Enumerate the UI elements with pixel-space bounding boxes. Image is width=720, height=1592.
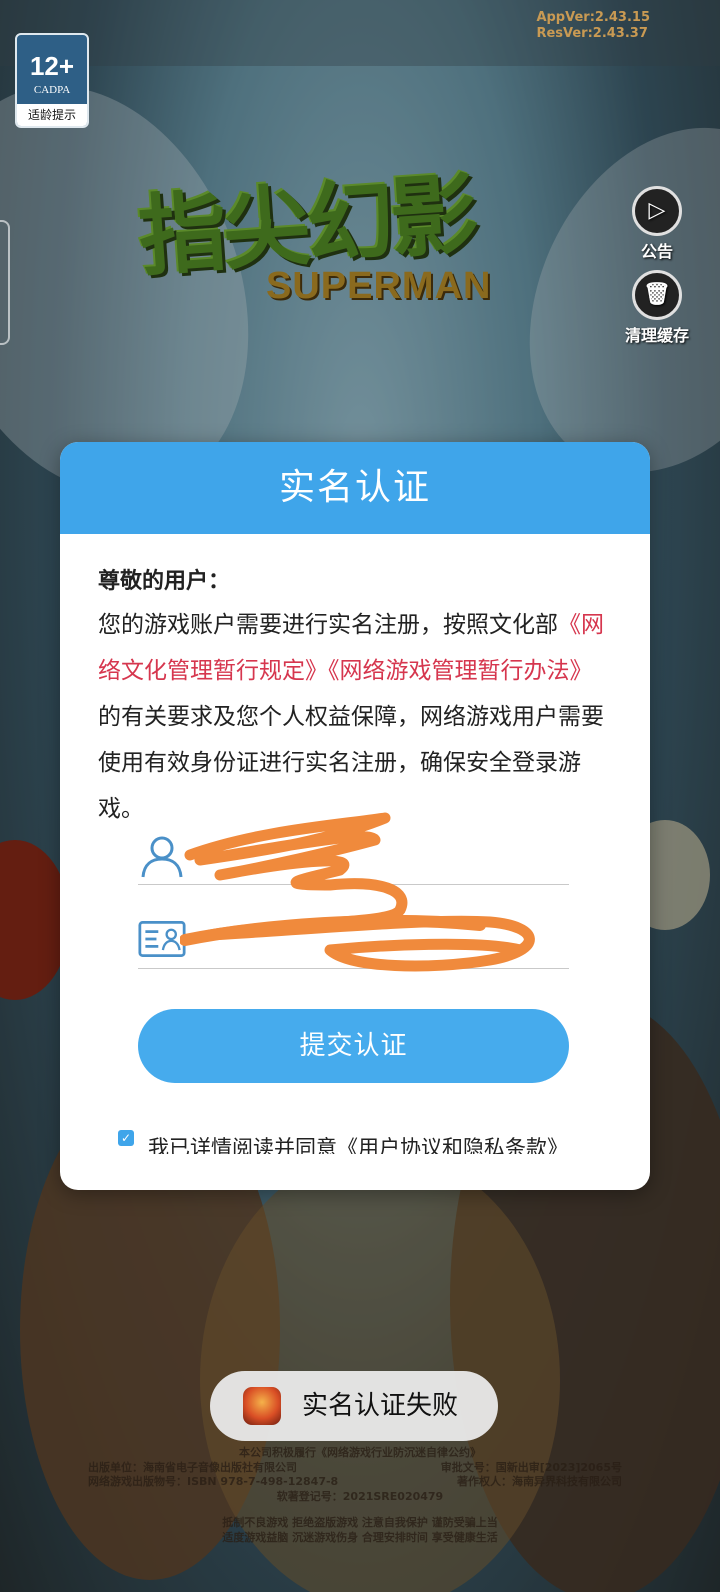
greeting: 尊敬的用户： (98, 569, 231, 594)
user-icon (141, 836, 183, 878)
name-input[interactable] (198, 835, 558, 875)
age-tip-label: 适龄提示 (17, 104, 87, 126)
app-icon (243, 1387, 281, 1425)
clear-cache-button[interactable]: 🗑 清理缓存 (612, 270, 702, 346)
rating-org: CADPA (33, 84, 71, 96)
footer-copyright: 著作权人：海南异界科技有限公司 (457, 1475, 622, 1488)
footer-approval: 审批文号：国新出审[2023]2065号 (440, 1460, 622, 1474)
game-logo: 指尖幻影 SUPERMAN (135, 155, 588, 315)
toast: 实名认证失败 (210, 1371, 498, 1441)
version-info: AppVer:2.43.15 ResVer:2.43.37 (536, 10, 650, 42)
age-rating-badge[interactable]: 12+ CADPA 适龄提示 (15, 33, 89, 128)
footer-health1: 抵制不良游戏 拒绝盗版游戏 注意自我保护 谨防受骗上当 (222, 1516, 498, 1529)
toast-message: 实名认证失败 (302, 1391, 459, 1421)
clear-cache-label: 清理缓存 (624, 326, 689, 345)
agreement-row[interactable]: ✓ 我已详情阅读并同意《用户协议和隐私条款》 (118, 1128, 618, 1154)
id-number-input[interactable] (198, 919, 558, 959)
res-version: ResVer:2.43.37 (536, 26, 648, 41)
id-field-row (138, 911, 569, 969)
name-field-row (138, 827, 569, 885)
agree-checkbox[interactable]: ✓ (118, 1130, 134, 1146)
footer-publisher: 出版单位：海南省电子音像出版社有限公司 (88, 1460, 297, 1474)
submit-auth-button[interactable]: 提交认证 (138, 1009, 569, 1083)
trash-icon: 🗑 (632, 270, 682, 320)
announcement-button[interactable]: ▷ 公告 (612, 186, 702, 262)
regulation-link-2[interactable]: 《网络游戏管理暂行办法》 (328, 658, 593, 684)
footer-line1: 本公司积极履行《网络游戏行业防沉迷自律公约》 (239, 1446, 481, 1459)
agreement-text: 我已详情阅读并同意《用户协议和隐私条款》 (148, 1136, 568, 1154)
app-version: AppVer:2.43.15 (536, 10, 650, 25)
notice-suffix: 的有关要求及您个人权益保障，网络游戏用户需要使用有效身份证进行实名注册，确保安全… (98, 704, 604, 822)
logo-title-en: SUPERMAN (266, 265, 492, 307)
footer-isbn: 网络游戏出版物号：ISBN 978-7-498-12847-8 (88, 1475, 339, 1488)
announcement-label: 公告 (640, 242, 673, 261)
footer-health2: 适度游戏益脑 沉迷游戏伤身 合理安排时间 享受健康生活 (222, 1530, 498, 1544)
legal-footer: 本公司积极履行《网络游戏行业防沉迷自律公约》 出版单位：海南省电子音像出版社有限… (0, 1446, 720, 1545)
age-rating: 12+ (29, 51, 75, 81)
megaphone-icon: ▷ (632, 186, 682, 236)
footer-software-reg: 软著登记号：2021SRE020479 (276, 1489, 444, 1503)
notice-text: 您的游戏账户需要进行实名注册，按照文化部《网络文化管理暂行规定》《网络游戏管理暂… (98, 602, 612, 832)
notice-prefix: 您的游戏账户需要进行实名注册，按照文化部 (98, 612, 558, 638)
left-edge-tab[interactable] (0, 220, 10, 345)
id-card-icon (138, 921, 186, 957)
dialog-title: 实名认证 (60, 442, 650, 534)
